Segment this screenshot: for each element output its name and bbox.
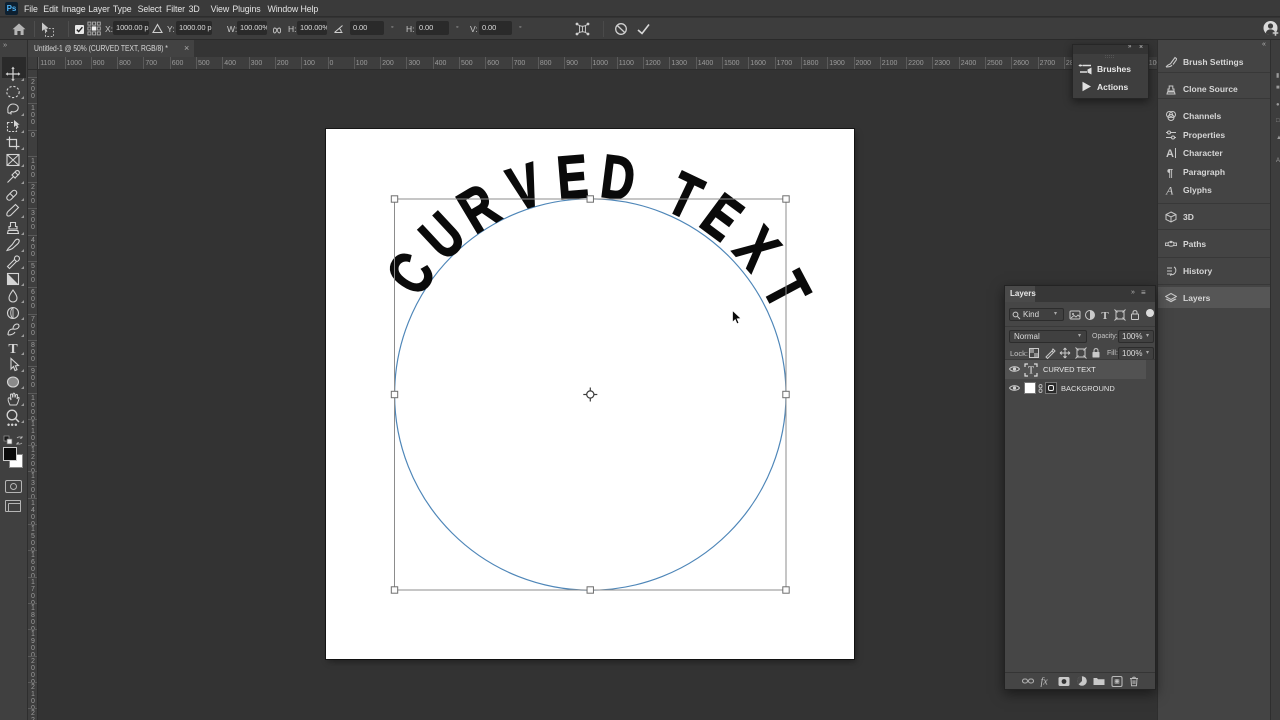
svg-text:A: A bbox=[1166, 148, 1174, 159]
svg-text:T: T bbox=[1028, 365, 1034, 376]
svg-text:¶: ¶ bbox=[1167, 167, 1173, 178]
svg-text:A: A bbox=[1165, 184, 1174, 196]
svg-text:T: T bbox=[8, 342, 18, 356]
svg-text:fx: fx bbox=[1041, 677, 1049, 688]
svg-text:T: T bbox=[1101, 310, 1109, 321]
